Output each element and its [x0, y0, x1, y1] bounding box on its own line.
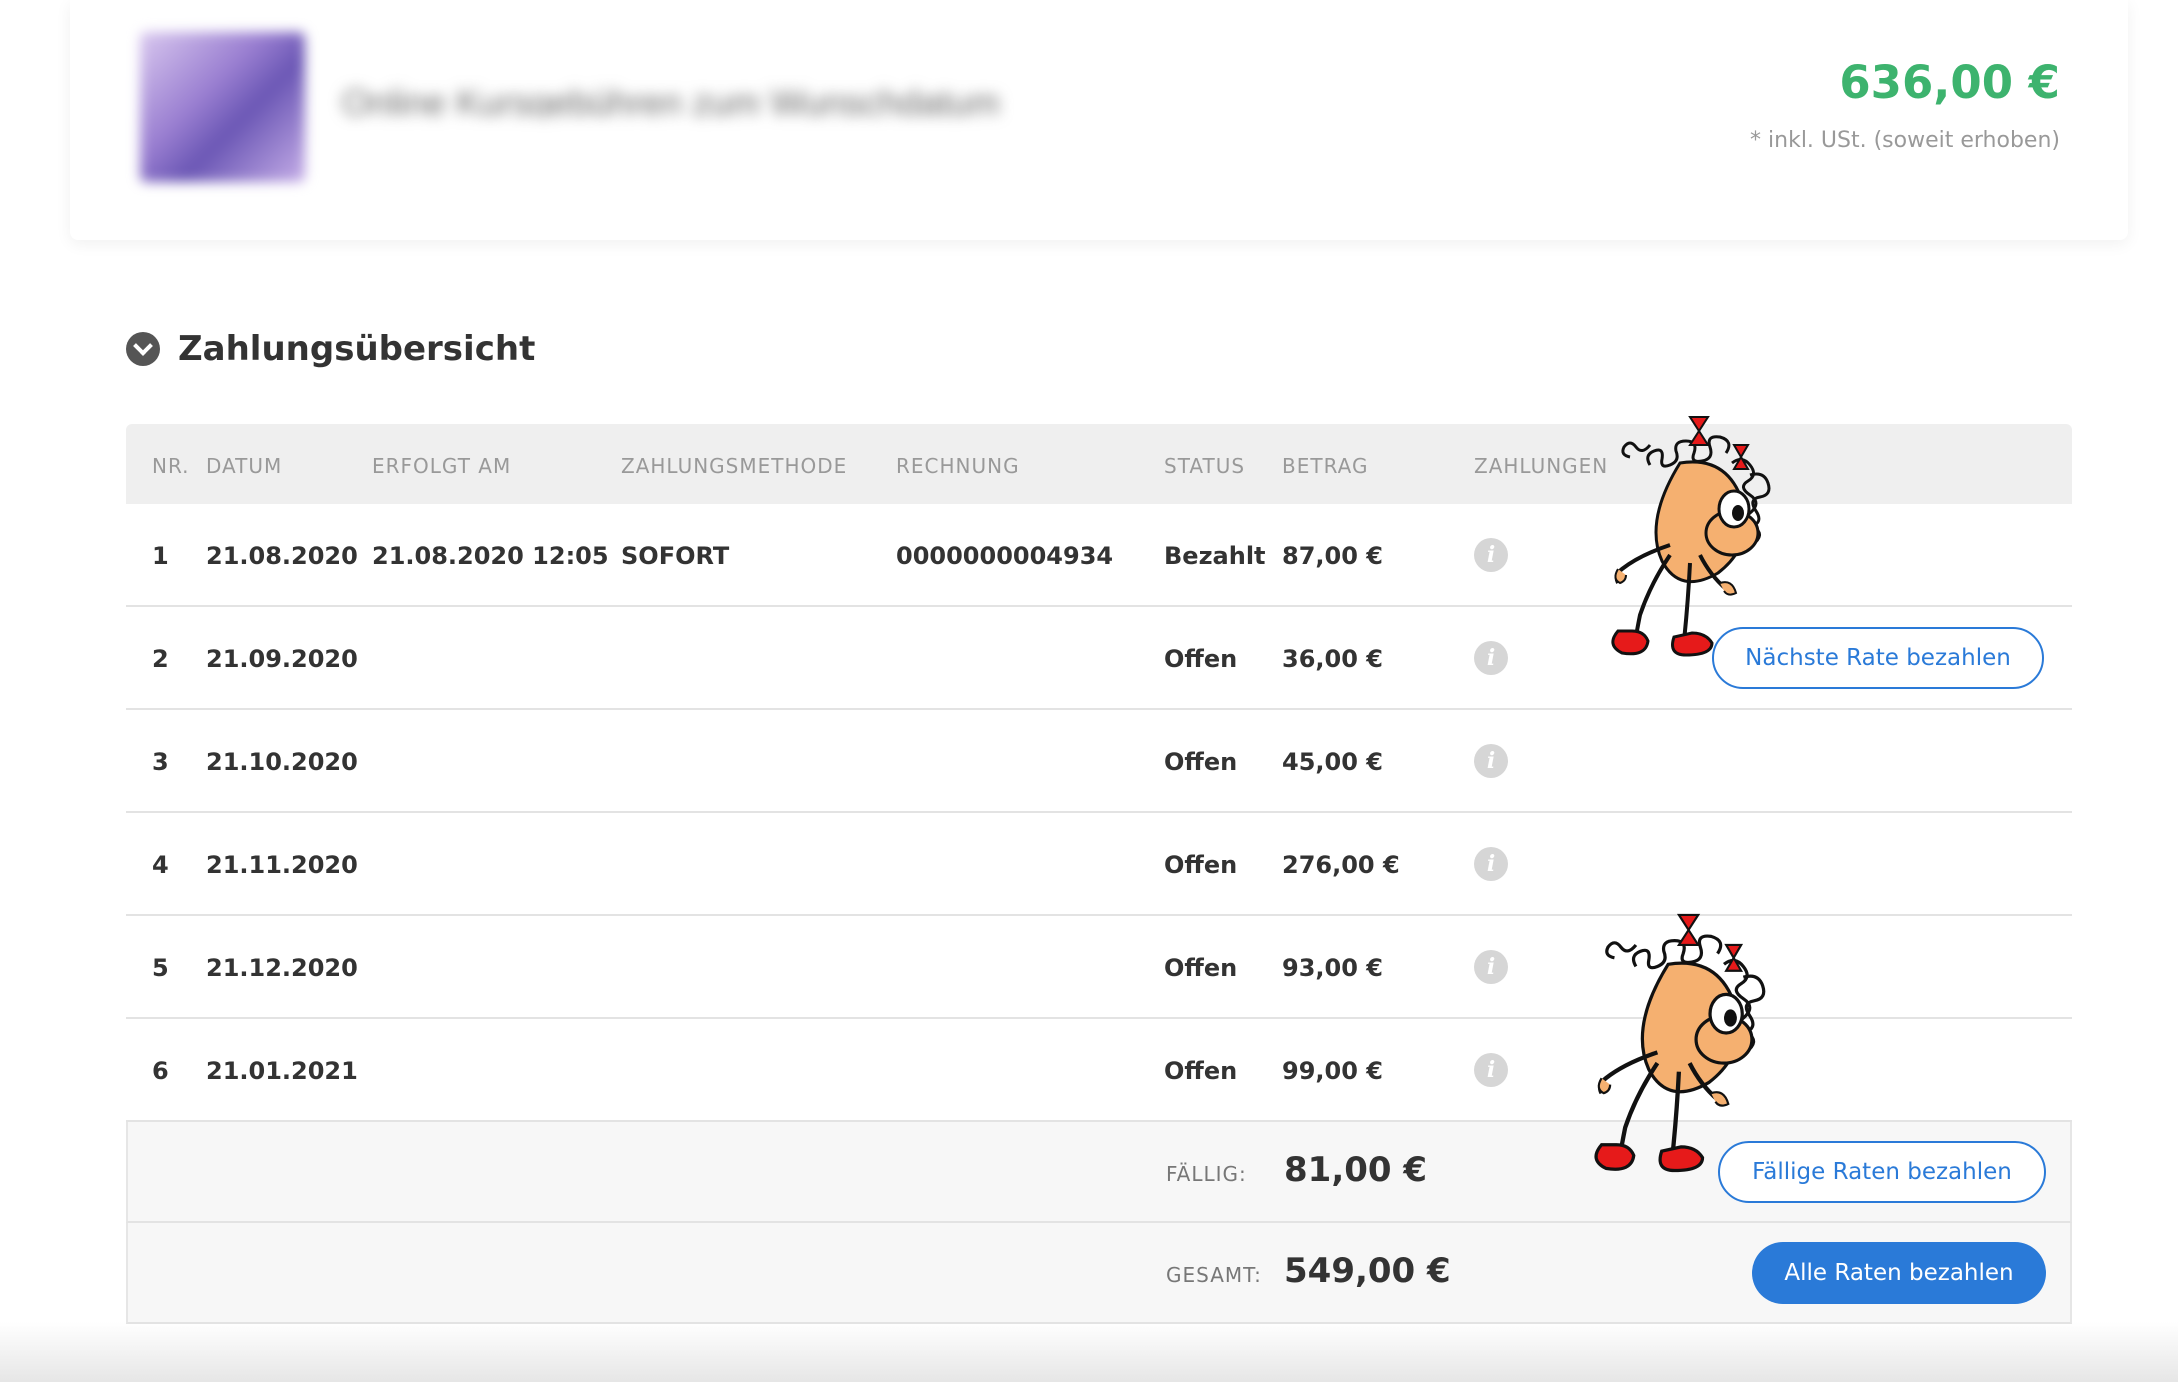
chevron-down-circle-icon [126, 332, 160, 366]
price-tax-note: * inkl. USt. (soweit erhoben) [1750, 128, 2060, 153]
section-title: Zahlungsübersicht [178, 329, 536, 369]
total-value: 549,00 € [1284, 1251, 1451, 1291]
cell-datum: 21.10.2020 [206, 748, 358, 776]
product-title: Online Kursgebühren zum Wunschdatum [342, 88, 1000, 118]
bottom-fade [0, 1322, 2178, 1382]
summary-total-row: GESAMT: 549,00 € Alle Raten bezahlen [126, 1223, 2072, 1324]
info-icon[interactable]: i [1474, 744, 1508, 778]
cell-status: Offen [1164, 954, 1238, 982]
cell-status: Offen [1164, 1057, 1238, 1085]
cell-status: Bezahlt [1164, 542, 1266, 570]
column-header-rechnung: RECHNUNG [896, 454, 1020, 478]
cell-status: Offen [1164, 645, 1238, 673]
payment-overview-toggle[interactable]: Zahlungsübersicht [126, 328, 535, 370]
cell-betrag: 36,00 € [1282, 645, 1383, 673]
cell-betrag: 93,00 € [1282, 954, 1383, 982]
cell-datum: 21.01.2021 [206, 1057, 358, 1085]
cell-betrag: 45,00 € [1282, 748, 1383, 776]
product-card: Online Kursgebühren zum Wunschdatum 636,… [70, 0, 2128, 240]
info-icon[interactable]: i [1474, 1053, 1508, 1087]
info-icon[interactable]: i [1474, 538, 1508, 572]
column-header-nr: NR. [152, 454, 190, 478]
cell-nr: 2 [152, 645, 169, 673]
due-label: FÄLLIG: [1166, 1162, 1247, 1186]
info-icon[interactable]: i [1474, 641, 1508, 675]
cell-nr: 4 [152, 851, 169, 879]
column-header-erfolgt: ERFOLGT AM [372, 454, 512, 478]
info-icon[interactable]: i [1474, 847, 1508, 881]
cell-betrag: 99,00 € [1282, 1057, 1383, 1085]
cell-erfolgt: 21.08.2020 12:05 [372, 542, 609, 570]
cell-nr: 5 [152, 954, 169, 982]
product-thumbnail [140, 32, 305, 182]
due-value: 81,00 € [1284, 1150, 1428, 1190]
column-header-methode: ZAHLUNGSMETHODE [621, 454, 848, 478]
column-header-status: STATUS [1164, 454, 1246, 478]
cell-nr: 6 [152, 1057, 169, 1085]
pay-all-rates-button[interactable]: Alle Raten bezahlen [1752, 1242, 2046, 1304]
cell-datum: 21.09.2020 [206, 645, 358, 673]
cell-rechnung: 0000000004934 [896, 542, 1114, 570]
info-icon[interactable]: i [1474, 950, 1508, 984]
cell-status: Offen [1164, 851, 1238, 879]
column-header-betrag: BETRAG [1282, 454, 1369, 478]
cell-nr: 1 [152, 542, 169, 570]
cell-nr: 3 [152, 748, 169, 776]
cell-methode: SOFORT [621, 542, 730, 570]
cell-datum: 21.11.2020 [206, 851, 358, 879]
table-row: 4 21.11.2020 Offen 276,00 € i [126, 813, 2072, 916]
cell-status: Offen [1164, 748, 1238, 776]
product-price: 636,00 € [1839, 56, 2060, 109]
cartoon-character [1611, 416, 1771, 657]
cell-datum: 21.08.2020 [206, 542, 358, 570]
total-label: GESAMT: [1166, 1263, 1262, 1287]
column-header-datum: DATUM [206, 454, 283, 478]
table-row: 3 21.10.2020 Offen 45,00 € i [126, 710, 2072, 813]
cell-datum: 21.12.2020 [206, 954, 358, 982]
cartoon-character [1594, 913, 1766, 1173]
cell-betrag: 87,00 € [1282, 542, 1383, 570]
cell-betrag: 276,00 € [1282, 851, 1400, 879]
